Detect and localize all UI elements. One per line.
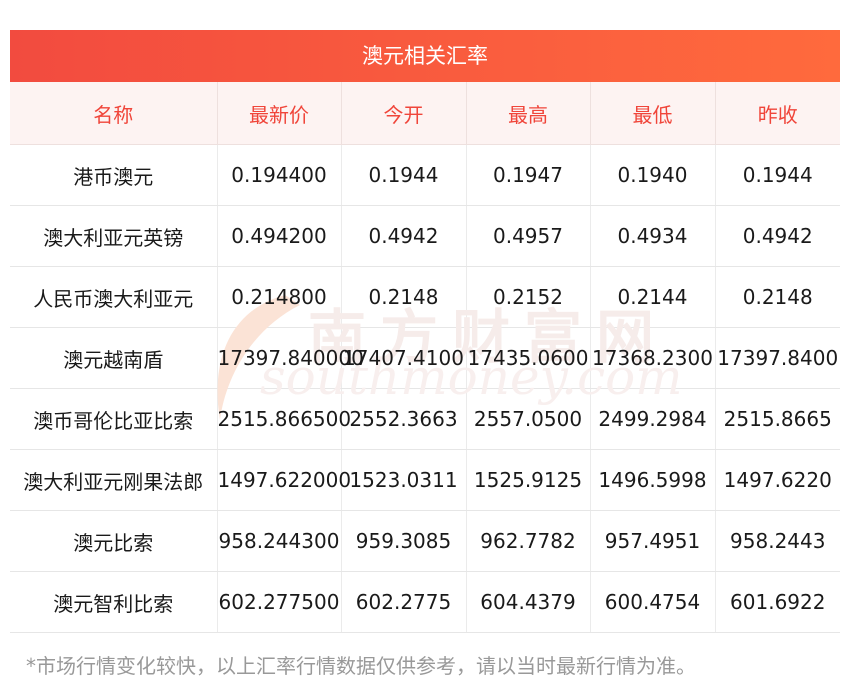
cell-high: 17435.0600 [466,327,591,389]
header-high: 最高 [466,82,591,145]
cell-prev-close: 0.1944 [715,144,840,206]
cell-low: 17368.2300 [590,327,716,389]
cell-name: 人民币澳大利亚元 [10,266,218,328]
header-prev-close: 昨收 [715,82,840,145]
cell-latest: 602.277500 [217,571,342,633]
cell-latest: 958.244300 [217,510,342,572]
cell-low: 600.4754 [590,571,716,633]
cell-prev-close: 2515.8665 [715,388,840,450]
cell-prev-close: 601.6922 [715,571,840,633]
cell-latest: 17397.840000 [217,327,364,389]
cell-name: 港币澳元 [10,144,218,206]
cell-low: 1496.5998 [590,449,716,511]
cell-low: 957.4951 [590,510,716,572]
cell-prev-close: 17397.8400 [715,327,840,389]
table-row: 港币澳元 0.194400 0.1944 0.1947 0.1940 0.194… [10,144,840,206]
cell-prev-close: 0.4942 [715,205,840,267]
cell-open: 1523.0311 [341,449,467,511]
cell-name: 澳元比索 [10,510,218,572]
cell-name: 澳大利亚元刚果法郎 [10,449,218,511]
cell-prev-close: 1497.6220 [715,449,840,511]
cell-name: 澳大利亚元英镑 [10,205,218,267]
cell-open: 0.4942 [341,205,467,267]
header-name: 名称 [10,82,218,145]
header-low: 最低 [590,82,716,145]
cell-open: 959.3085 [341,510,467,572]
cell-low: 0.2144 [590,266,716,328]
cell-high: 962.7782 [466,510,591,572]
table-row: 澳元越南盾 17397.840000 17407.4100 17435.0600… [10,327,840,389]
cell-prev-close: 0.2148 [715,266,840,328]
cell-open: 17407.4100 [341,327,467,389]
cell-name: 澳元越南盾 [10,327,218,389]
cell-name: 澳币哥伦比亚比索 [10,388,218,450]
cell-prev-close: 958.2443 [715,510,840,572]
cell-high: 0.2152 [466,266,591,328]
cell-high: 2557.0500 [466,388,591,450]
cell-latest: 2515.866500 [217,388,351,450]
table-title-banner: 澳元相关汇率 [10,30,840,82]
table-row: 澳大利亚元刚果法郎 1497.622000 1523.0311 1525.912… [10,449,840,511]
table-header-row: 名称 最新价 今开 最高 最低 昨收 [10,82,840,145]
table-row: 澳大利亚元英镑 0.494200 0.4942 0.4957 0.4934 0.… [10,205,840,267]
table-row: 澳元比索 958.244300 959.3085 962.7782 957.49… [10,510,840,572]
cell-high: 1525.9125 [466,449,591,511]
cell-open: 0.2148 [341,266,467,328]
table-row: 澳元智利比索 602.277500 602.2775 604.4379 600.… [10,571,840,633]
cell-open: 2552.3663 [341,388,467,450]
cell-high: 604.4379 [466,571,591,633]
header-latest: 最新价 [217,82,342,145]
cell-low: 0.1940 [590,144,716,206]
cell-open: 602.2775 [341,571,467,633]
cell-low: 2499.2984 [590,388,716,450]
cell-open: 0.1944 [341,144,467,206]
cell-latest: 0.494200 [217,205,342,267]
cell-high: 0.1947 [466,144,591,206]
disclaimer-note: *市场行情变化较快，以上汇率行情数据仅供参考，请以当时最新行情为准。 [26,654,696,678]
table-row: 人民币澳大利亚元 0.214800 0.2148 0.2152 0.2144 0… [10,266,840,328]
exchange-rate-table: 名称 最新价 今开 最高 最低 昨收 港币澳元 0.194400 0.1944 … [10,82,840,633]
cell-latest: 0.194400 [217,144,342,206]
table-row: 澳币哥伦比亚比索 2515.866500 2552.3663 2557.0500… [10,388,840,450]
cell-latest: 1497.622000 [217,449,351,511]
cell-high: 0.4957 [466,205,591,267]
cell-latest: 0.214800 [217,266,342,328]
header-open: 今开 [341,82,467,145]
cell-low: 0.4934 [590,205,716,267]
cell-name: 澳元智利比索 [10,571,218,633]
